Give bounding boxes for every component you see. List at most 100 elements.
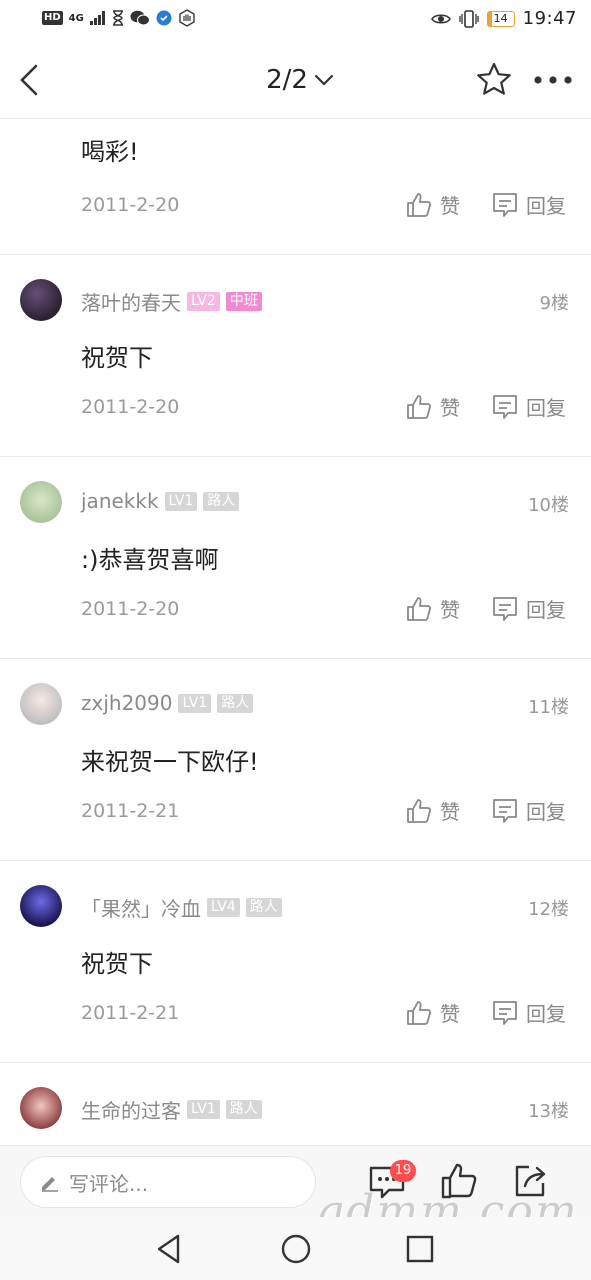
avatar[interactable] — [20, 279, 62, 321]
hourglass-icon — [112, 10, 123, 26]
network-label: 4G — [68, 12, 84, 24]
floor-number: 9楼 — [539, 293, 569, 314]
nav-home-button[interactable] — [280, 1233, 312, 1265]
comment-date: 2011-2-21 — [81, 800, 180, 822]
like-button[interactable]: 赞 — [406, 594, 460, 623]
pencil-icon — [42, 1177, 58, 1192]
user-info: zxjh2090 LV1 路人 — [81, 691, 254, 715]
comment-bubble-icon — [493, 192, 517, 217]
nav-back-button[interactable] — [154, 1233, 184, 1265]
wechat-icon — [130, 10, 150, 26]
comment-bubble-icon — [493, 394, 517, 419]
more-button[interactable] — [530, 60, 576, 100]
rank-badge: 路人 — [245, 898, 282, 917]
comment-list[interactable]: 喝彩! 2011-2-20 赞 回复 落叶的春天 LV2 中班 9楼 祝贺下 2… — [0, 119, 591, 1145]
comment-item: janekkk LV1 路人 10楼 :)恭喜贺喜啊 2011-2-20 赞 回… — [0, 456, 591, 659]
comment-bubble-icon — [493, 798, 517, 823]
triangle-back-icon — [157, 1234, 180, 1264]
comment-text: 祝贺下 — [81, 344, 153, 372]
nav-recents-button[interactable] — [406, 1235, 434, 1263]
favorite-button[interactable] — [474, 60, 514, 100]
thumbs-up-icon — [407, 192, 432, 217]
rank-badge: 路人 — [225, 1100, 262, 1119]
like-button[interactable]: 赞 — [406, 392, 460, 421]
chevron-left-icon — [20, 64, 38, 96]
chevron-down-icon — [314, 74, 334, 86]
reply-label: 回复 — [526, 396, 566, 420]
header-bar: 2/2 — [0, 40, 591, 119]
floor-number: 10楼 — [528, 495, 569, 516]
like-button[interactable]: 赞 — [406, 190, 460, 219]
hand-icon — [179, 9, 195, 27]
like-button[interactable]: 赞 — [406, 998, 460, 1027]
floor-number: 12楼 — [528, 899, 569, 920]
comment-text: :)恭喜贺喜啊 — [81, 546, 219, 574]
comment-date: 2011-2-21 — [81, 1002, 180, 1024]
comment-text: 喝彩! — [81, 138, 139, 166]
reply-button[interactable]: 回复 — [492, 190, 566, 219]
comment-input[interactable]: 写评论... — [20, 1156, 316, 1208]
comment-bubble-icon — [493, 596, 517, 621]
comment-bubble-icon — [493, 1000, 517, 1025]
page-indicator-label: 2/2 — [266, 65, 308, 95]
comment-date: 2011-2-20 — [81, 396, 180, 418]
comment-item: 「果然」冷血 LV4 路人 12楼 祝贺下 2011-2-21 赞 回复 — [0, 860, 591, 1063]
user-info: janekkk LV1 路人 — [81, 489, 240, 513]
status-icons-right: 14 19:47 — [430, 8, 577, 29]
avatar[interactable] — [20, 885, 62, 927]
vibrate-icon — [458, 9, 479, 28]
avatar[interactable] — [20, 1087, 62, 1129]
comment-date: 2011-2-20 — [81, 598, 180, 620]
comment-text: 祝贺下 — [81, 950, 153, 978]
comment-text: 来祝贺一下欧仔! — [81, 748, 259, 776]
hd-icon: HD — [42, 11, 63, 25]
avatar[interactable] — [20, 481, 62, 523]
like-label: 赞 — [440, 1002, 460, 1026]
status-icons-left: HD 4G — [42, 9, 196, 27]
avatar[interactable] — [20, 683, 62, 725]
more-dots-icon — [534, 76, 572, 84]
level-badge: LV4 — [207, 898, 240, 917]
back-button[interactable] — [14, 60, 50, 100]
reply-label: 回复 — [526, 1002, 566, 1026]
page-selector[interactable]: 2/2 — [240, 62, 360, 98]
reply-label: 回复 — [526, 598, 566, 622]
system-navigation-bar — [0, 1217, 591, 1280]
username[interactable]: 「果然」冷血 — [81, 893, 201, 922]
reply-button[interactable]: 回复 — [492, 594, 566, 623]
level-badge: LV1 — [187, 1100, 220, 1119]
comment-placeholder: 写评论... — [69, 1171, 149, 1196]
reply-label: 回复 — [526, 194, 566, 218]
circle-home-icon — [281, 1234, 311, 1264]
comment-item: 喝彩! 2011-2-20 赞 回复 — [0, 119, 591, 255]
floor-number: 13楼 — [528, 1101, 569, 1122]
username[interactable]: 生命的过客 — [81, 1095, 181, 1124]
rank-badge: 中班 — [225, 292, 262, 311]
signal-icon — [89, 11, 105, 25]
comment-count-badge: 19 — [390, 1160, 416, 1182]
username[interactable]: zxjh2090 — [81, 691, 172, 715]
comment-item: 落叶的春天 LV2 中班 9楼 祝贺下 2011-2-20 赞 回复 — [0, 254, 591, 457]
user-info: 落叶的春天 LV2 中班 — [81, 287, 262, 316]
username[interactable]: janekkk — [81, 489, 159, 513]
level-badge: LV2 — [187, 292, 220, 311]
comment-item: zxjh2090 LV1 路人 11楼 来祝贺一下欧仔! 2011-2-21 赞… — [0, 658, 591, 861]
reply-button[interactable]: 回复 — [492, 796, 566, 825]
like-label: 赞 — [440, 194, 460, 218]
thumbs-up-icon — [407, 394, 432, 419]
like-button[interactable]: 赞 — [406, 796, 460, 825]
star-icon — [477, 62, 511, 95]
comment-date: 2011-2-20 — [81, 194, 180, 216]
thumbs-up-icon — [407, 798, 432, 823]
app-notification-icon — [156, 10, 172, 26]
comment-item: 生命的过客 LV1 路人 13楼 — [0, 1062, 591, 1145]
reply-button[interactable]: 回复 — [492, 392, 566, 421]
square-recents-icon — [406, 1235, 434, 1263]
reply-button[interactable]: 回复 — [492, 998, 566, 1027]
username[interactable]: 落叶的春天 — [81, 287, 181, 316]
eye-icon — [430, 13, 451, 24]
reply-label: 回复 — [526, 800, 566, 824]
thumbs-up-icon — [407, 596, 432, 621]
thumbs-up-icon — [407, 1000, 432, 1025]
level-badge: LV1 — [178, 693, 212, 713]
